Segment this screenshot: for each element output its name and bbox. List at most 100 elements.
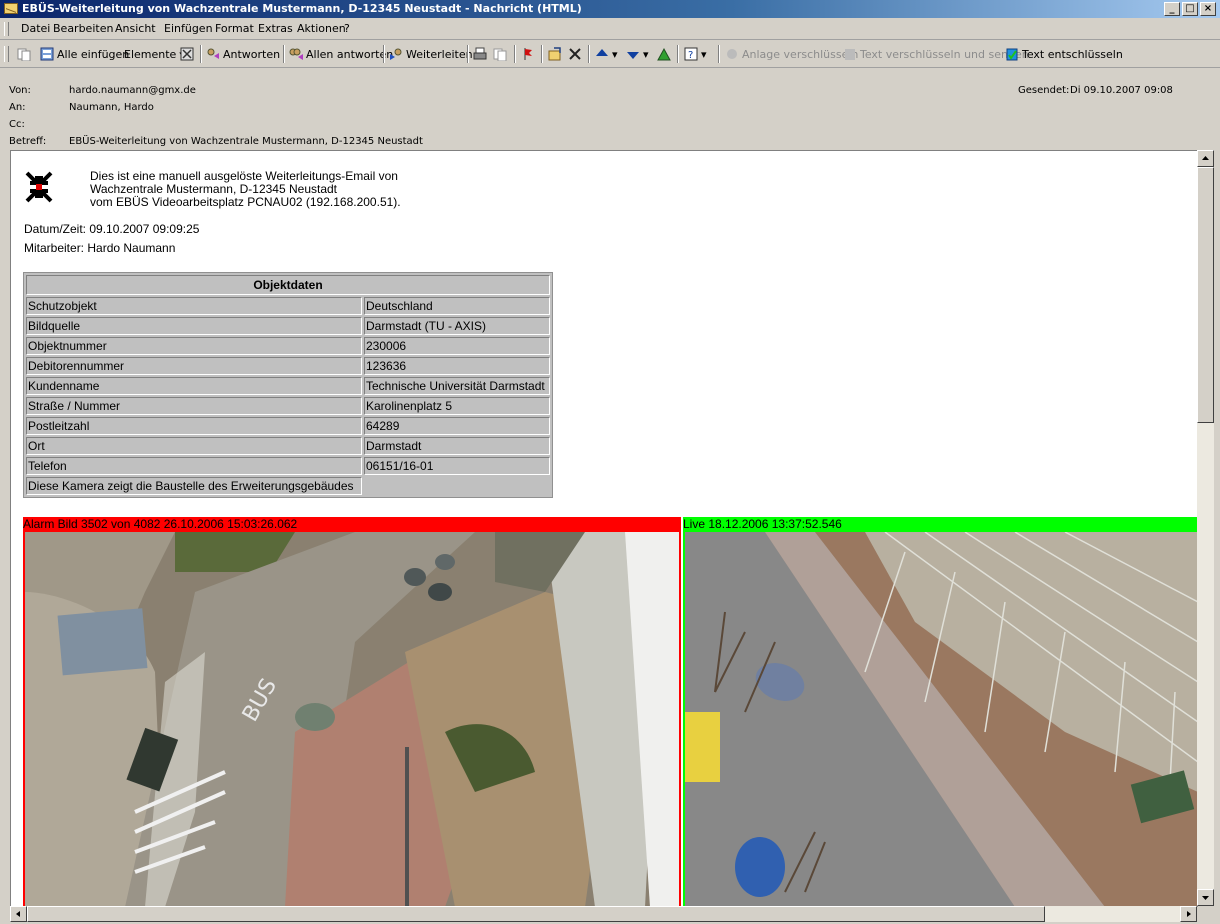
copy-icon — [17, 47, 31, 62]
toolbar-separator — [383, 45, 385, 63]
table-value: 230006 — [364, 337, 550, 355]
ebues-logo-icon — [25, 171, 53, 203]
scroll-up-button[interactable] — [1197, 150, 1214, 167]
from-value[interactable]: hardo.naumann@gmx.de — [69, 85, 196, 96]
decrypt-button[interactable]: Text entschlüsseln — [1005, 45, 1123, 63]
table-value: Karolinenplatz 5 — [364, 397, 550, 415]
address-book-button[interactable] — [180, 45, 194, 63]
toolbar-grip[interactable] — [4, 46, 9, 62]
menu-extras[interactable]: Extras — [258, 22, 293, 35]
help-button[interactable]: ? ▾ — [684, 45, 707, 63]
copy-view-button[interactable] — [493, 45, 507, 63]
next-item-button[interactable]: ▾ — [626, 45, 649, 63]
minimize-button[interactable]: _ — [1164, 2, 1180, 16]
insert-all-button[interactable]: Alle einfügen — [40, 45, 129, 63]
close-button[interactable]: × — [1200, 2, 1216, 16]
arrow-up-icon — [595, 47, 609, 61]
scroll-thumb[interactable] — [1197, 167, 1214, 423]
menu-ansicht[interactable]: Ansicht — [115, 22, 156, 35]
print-button[interactable] — [473, 45, 487, 63]
to-label: An: — [9, 102, 26, 113]
menu-datei[interactable]: Datei — [21, 22, 50, 35]
decrypt-icon — [1005, 47, 1019, 61]
toolbar-separator — [588, 45, 590, 63]
move-folder-icon — [548, 47, 562, 61]
menu-einfuegen[interactable]: Einfügen — [164, 22, 213, 35]
from-label: Von: — [9, 85, 31, 96]
table-row: Objektnummer 230006 — [26, 337, 550, 355]
reply-label: Antworten — [223, 47, 281, 61]
menu-bar: Datei Bearbeiten Ansicht Einfügen Format… — [0, 19, 1220, 40]
datetime-text: Datum/Zeit: 09.10.2007 09:09:25 — [24, 222, 200, 236]
toolbar-separator — [718, 45, 720, 63]
toolbar-separator — [541, 45, 543, 63]
dropdown-arrow-icon: ▾ — [701, 47, 707, 61]
toolbar-separator — [200, 45, 202, 63]
dropdown-arrow-icon: ▾ — [643, 47, 649, 61]
move-to-folder-button[interactable] — [548, 45, 562, 63]
encrypt-send-button[interactable]: Text verschlüsseln und senden — [843, 45, 1029, 63]
encrypt-attachment-label: Anlage verschlüsseln — [742, 47, 859, 61]
table-key: Postleitzahl — [26, 417, 362, 435]
menu-aktionen[interactable]: Aktionen — [297, 22, 346, 35]
live-image-label: Live 18.12.2006 13:37:52.546 — [683, 517, 1198, 532]
table-row: Kundenname Technische Universität Darmsta… — [26, 377, 550, 395]
subject-label: Betreff: — [9, 136, 47, 147]
reply-all-button[interactable]: Allen antworten — [289, 45, 393, 63]
scroll-right-button[interactable] — [1180, 906, 1197, 922]
categories-icon — [657, 47, 671, 61]
categories-button[interactable] — [657, 45, 671, 63]
copy-button[interactable] — [17, 45, 31, 63]
horizontal-scrollbar[interactable] — [10, 906, 1197, 922]
scroll-down-button[interactable] — [1197, 889, 1214, 906]
table-value: Deutschland — [364, 297, 550, 315]
forward-icon — [389, 47, 403, 61]
toolbar-separator — [283, 45, 285, 63]
envelope-icon — [4, 3, 18, 14]
to-value[interactable]: Naumann, Hardo — [69, 102, 154, 113]
flag-icon — [521, 47, 535, 61]
table-key: Straße / Nummer — [26, 397, 362, 415]
table-key: Debitorennummer — [26, 357, 362, 375]
alarm-camera-image[interactable]: BUS — [23, 532, 681, 906]
encrypt-attachment-button[interactable]: Anlage verschlüsseln — [725, 45, 858, 63]
maximize-button[interactable]: □ — [1182, 2, 1198, 16]
svg-text:?: ? — [688, 50, 693, 61]
message-header: Von: hardo.naumann@gmx.de An: Naumann, H… — [0, 68, 1220, 150]
menu-help[interactable]: ? — [344, 22, 350, 35]
scroll-left-button[interactable] — [10, 906, 27, 922]
attachment-lock-icon — [725, 47, 739, 61]
delete-icon — [568, 47, 582, 61]
previous-item-button[interactable]: ▾ — [595, 45, 618, 63]
toolbar-separator — [467, 45, 469, 63]
table-key: Ort — [26, 437, 362, 455]
table-row: Schutzobjekt Deutschland — [26, 297, 550, 315]
toolbar-separator — [677, 45, 679, 63]
table-row: Diese Kamera zeigt die Baustelle des Erw… — [26, 477, 550, 495]
reply-icon — [206, 47, 220, 61]
subject-value: EBÜS-Weiterleitung von Wachzentrale Must… — [69, 136, 423, 147]
menubar-grip[interactable] — [4, 22, 9, 36]
menu-bearbeiten[interactable]: Bearbeiten — [53, 22, 113, 35]
table-key: Telefon — [26, 457, 362, 475]
sent-label: Gesendet: — [1018, 85, 1070, 96]
hscroll-thumb[interactable] — [27, 906, 1045, 922]
delete-button[interactable] — [568, 45, 582, 63]
insert-all-icon — [40, 47, 54, 61]
message-body[interactable]: Dies ist eine manuell ausgelöste Weiterl… — [10, 150, 1198, 907]
dropdown-arrow-icon: ▾ — [612, 47, 618, 61]
arrow-down-icon — [626, 47, 640, 61]
menu-format[interactable]: Format — [215, 22, 254, 35]
reply-all-label: Allen antworten — [306, 47, 394, 61]
flag-button[interactable] — [521, 45, 535, 63]
table-value: Darmstadt (TU - AXIS) — [364, 317, 550, 335]
table-value: Technische Universität Darmstadt — [364, 377, 550, 395]
reply-button[interactable]: Antworten — [206, 45, 280, 63]
alarm-image-label: Alarm Bild 3502 von 4082 26.10.2006 15:0… — [23, 517, 681, 532]
printer-icon — [473, 47, 487, 61]
decrypt-label: Text entschlüsseln — [1022, 47, 1123, 61]
live-camera-image[interactable] — [683, 532, 1198, 906]
vertical-scrollbar[interactable] — [1197, 150, 1214, 906]
forward-button[interactable]: Weiterleiten — [389, 45, 473, 63]
elements-dropdown[interactable]: Elemente ▾ — [124, 45, 185, 63]
